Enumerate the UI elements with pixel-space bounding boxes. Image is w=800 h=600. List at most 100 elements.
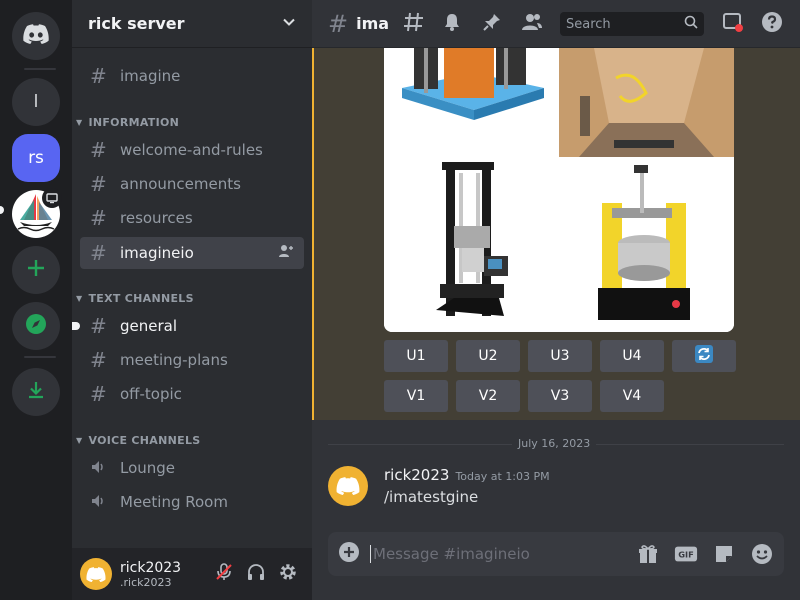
channel-off-topic[interactable]: # off-topic — [80, 378, 304, 410]
message-input[interactable]: Message #imagineio — [370, 545, 622, 563]
avatar[interactable] — [80, 558, 112, 590]
chevron-down-icon: ▼ — [76, 117, 83, 127]
emoji-button[interactable] — [750, 542, 774, 566]
threads-button[interactable] — [402, 12, 426, 36]
channel-label: general — [120, 317, 178, 335]
search-icon — [684, 15, 698, 33]
chevron-down-icon — [282, 14, 296, 33]
notifications-button[interactable] — [440, 12, 464, 36]
sticker-button[interactable] — [712, 542, 736, 566]
upscale-button-1[interactable]: U1 — [384, 340, 448, 372]
channel-announcements[interactable]: # announcements — [80, 168, 304, 200]
help-icon — [761, 11, 783, 37]
rail-separator — [24, 68, 56, 70]
channel-title: imagineio — [356, 14, 389, 33]
channel-label: welcome-and-rules — [120, 141, 263, 159]
headphones-icon — [246, 562, 266, 586]
message-author[interactable]: rick2023 — [384, 466, 449, 484]
channel-welcome-and-rules[interactable]: # welcome-and-rules — [80, 134, 304, 166]
message-author-line: rick2023 Today at 1:03 PM — [384, 466, 550, 484]
server-name: rick server — [88, 14, 185, 33]
voice-channel-meeting-room[interactable]: Meeting Room — [80, 486, 304, 518]
add-member-icon[interactable] — [278, 243, 294, 263]
variation-button-2[interactable]: V2 — [456, 380, 520, 412]
server-rs-label: rs — [28, 148, 44, 168]
upscale-button-3[interactable]: U3 — [528, 340, 592, 372]
deafen-button[interactable] — [240, 558, 272, 590]
server-rail: l rs — [0, 0, 72, 600]
home-button[interactable] — [12, 12, 60, 60]
member-list-button[interactable] — [520, 12, 544, 36]
hash-icon: # — [90, 348, 107, 372]
variation-button-4[interactable]: V4 — [600, 380, 664, 412]
channel-label: imagineio — [120, 244, 194, 262]
upscale-button-2[interactable]: U2 — [456, 340, 520, 372]
unread-pill — [0, 206, 4, 214]
gift-button[interactable] — [636, 542, 660, 566]
channel-label: announcements — [120, 175, 241, 193]
variation-button-3[interactable]: V3 — [528, 380, 592, 412]
members-icon — [521, 12, 543, 36]
hash-icon: # — [328, 9, 349, 38]
search-placeholder: Search — [566, 16, 611, 32]
channel-meeting-plans[interactable]: # meeting-plans — [80, 344, 304, 376]
category-label: INFORMATION — [88, 115, 180, 129]
add-server-button[interactable] — [12, 246, 60, 294]
explore-servers-button[interactable] — [12, 302, 60, 350]
server-l[interactable]: l — [12, 78, 60, 126]
image-grid-attachment[interactable] — [384, 48, 734, 332]
message-timestamp: Today at 1:03 PM — [455, 470, 550, 483]
hash-icon: # — [90, 172, 107, 196]
channel-label: Lounge — [120, 459, 176, 477]
channel-label: resources — [120, 209, 193, 227]
message-body: /imatestgine — [384, 488, 479, 506]
hash-icon: # — [90, 138, 107, 162]
help-button[interactable] — [760, 12, 784, 36]
inbox-button[interactable] — [721, 12, 745, 36]
voice-channel-lounge[interactable]: Lounge — [80, 452, 304, 484]
monitor-icon — [46, 189, 58, 208]
category-label: VOICE CHANNELS — [88, 433, 201, 447]
category-information[interactable]: ▼ INFORMATION — [76, 113, 179, 131]
inbox-icon — [722, 11, 744, 37]
user-info[interactable]: rick2023 .rick2023 — [120, 560, 208, 589]
compass-icon — [25, 313, 47, 340]
discord-app: l rs rick server # imagine ▼ INFORMATION… — [0, 0, 800, 600]
user-panel: rick2023 .rick2023 — [72, 548, 312, 600]
category-text-channels[interactable]: ▼ TEXT CHANNELS — [76, 289, 194, 307]
server-rs[interactable]: rs — [12, 134, 60, 182]
search-input[interactable]: Search — [560, 12, 704, 36]
variation-button-1[interactable]: V1 — [384, 380, 448, 412]
mute-button[interactable] — [208, 558, 240, 590]
channel-resources[interactable]: # resources — [80, 202, 304, 234]
pinned-messages-button[interactable] — [480, 12, 504, 36]
attach-button[interactable] — [338, 541, 360, 567]
user-tag: .rick2023 — [120, 575, 172, 589]
channel-label: Meeting Room — [120, 493, 228, 511]
channel-imagine[interactable]: # imagine — [80, 60, 304, 92]
server-header[interactable]: rick server — [72, 0, 312, 48]
bell-icon — [442, 12, 462, 36]
channel-label: meeting-plans — [120, 351, 228, 369]
gif-button[interactable]: GIF — [674, 542, 698, 566]
download-apps-button[interactable] — [12, 368, 60, 416]
chevron-down-icon: ▼ — [76, 435, 83, 445]
speaker-icon — [90, 456, 114, 480]
category-voice-channels[interactable]: ▼ VOICE CHANNELS — [76, 431, 200, 449]
channel-imagineio[interactable]: # imagineio — [80, 237, 304, 269]
screen-share-badge — [42, 188, 62, 208]
threads-icon — [403, 11, 425, 37]
username: rick2023 — [120, 559, 182, 576]
user-settings-button[interactable] — [272, 558, 304, 590]
discord-logo-icon — [23, 23, 49, 49]
upscale-button-4[interactable]: U4 — [600, 340, 664, 372]
reroll-button[interactable] — [672, 340, 736, 372]
muted-mic-icon — [214, 562, 234, 586]
download-icon — [26, 380, 46, 405]
message-composer: Message #imagineio GIF — [328, 532, 784, 576]
avatar[interactable] — [328, 466, 368, 506]
plus-icon — [26, 258, 46, 283]
channel-label: imagine — [120, 67, 181, 85]
pin-icon — [482, 12, 502, 36]
channel-general[interactable]: # general — [72, 310, 304, 342]
